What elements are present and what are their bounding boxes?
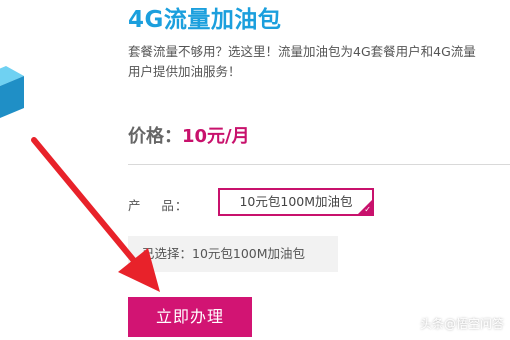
selection-summary: 已选择：10元包100M加油包 (128, 236, 338, 272)
price-row: 价格：10元/月 (128, 122, 250, 148)
price-label: 价格： (128, 126, 182, 147)
divider (128, 164, 510, 165)
package-description: 套餐流量不够用？选这里！流量加油包为4G套餐用户和4G流量 用户提供加油服务！ (128, 44, 476, 79)
cube-graphic (0, 66, 24, 118)
package-title: 4G流量加油包 (128, 7, 282, 33)
watermark-logo-icon (403, 316, 417, 331)
checkmark-icon: ✓ (364, 205, 371, 214)
submit-button[interactable]: 立即办理 (128, 297, 252, 337)
price-value: 10元/月 (182, 126, 250, 147)
product-option-label: 10元包100M加油包 (239, 194, 353, 209)
watermark-text: 头条@悟空问答 (419, 317, 504, 331)
product-label: 产 品： (128, 198, 189, 213)
product-option-10yuan-100m[interactable]: 10元包100M加油包 ✓ (218, 188, 374, 216)
watermark: 头条@悟空问答 (403, 315, 504, 332)
